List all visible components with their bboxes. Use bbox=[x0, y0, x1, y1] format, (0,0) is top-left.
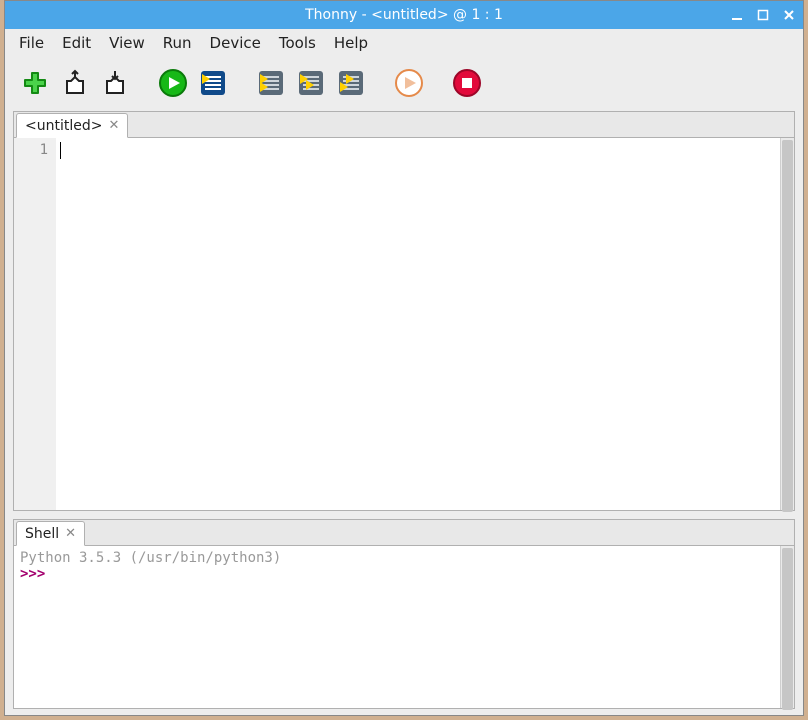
titlebar[interactable]: Thonny - <untitled> @ 1 : 1 bbox=[5, 1, 803, 29]
editor-tabstrip: <untitled> ✕ bbox=[14, 112, 794, 138]
stop-button[interactable] bbox=[451, 67, 483, 99]
shell-tab-label: Shell bbox=[25, 526, 59, 542]
save-icon bbox=[101, 69, 129, 97]
menubar: File Edit View Run Device Tools Help bbox=[5, 29, 803, 57]
line-number: 1 bbox=[14, 142, 48, 158]
step-into-button[interactable] bbox=[295, 67, 327, 99]
open-file-button[interactable] bbox=[59, 67, 91, 99]
editor-pane: <untitled> ✕ 1 bbox=[13, 111, 795, 511]
shell-output[interactable]: Python 3.5.3 (/usr/bin/python3) >>> bbox=[14, 546, 794, 708]
editor-scrollbar[interactable] bbox=[780, 138, 794, 510]
tab-close-icon[interactable]: ✕ bbox=[65, 527, 76, 540]
debug-button[interactable] bbox=[197, 67, 229, 99]
step-into-icon bbox=[296, 68, 326, 98]
shell-tabstrip: Shell ✕ bbox=[14, 520, 794, 546]
run-button[interactable] bbox=[157, 67, 189, 99]
resume-icon bbox=[394, 68, 424, 98]
line-number-gutter: 1 bbox=[14, 138, 56, 510]
step-over-icon bbox=[256, 68, 286, 98]
menu-tools[interactable]: Tools bbox=[271, 31, 324, 55]
save-file-button[interactable] bbox=[99, 67, 131, 99]
editor-tab[interactable]: <untitled> ✕ bbox=[16, 113, 128, 138]
close-button[interactable] bbox=[781, 7, 797, 23]
scrollbar-thumb[interactable] bbox=[782, 140, 793, 512]
plus-icon bbox=[21, 69, 49, 97]
maximize-button[interactable] bbox=[755, 7, 771, 23]
scrollbar-thumb[interactable] bbox=[782, 548, 793, 710]
menu-view[interactable]: View bbox=[101, 31, 153, 55]
toolbar bbox=[5, 57, 803, 109]
window-title: Thonny - <untitled> @ 1 : 1 bbox=[305, 7, 503, 23]
menu-device[interactable]: Device bbox=[202, 31, 269, 55]
debug-icon bbox=[198, 68, 228, 98]
menu-edit[interactable]: Edit bbox=[54, 31, 99, 55]
shell-scrollbar[interactable] bbox=[780, 546, 794, 708]
step-out-button[interactable] bbox=[335, 67, 367, 99]
text-cursor bbox=[60, 142, 61, 159]
play-icon bbox=[158, 68, 188, 98]
menu-help[interactable]: Help bbox=[326, 31, 376, 55]
app-window: Thonny - <untitled> @ 1 : 1 File Edit Vi… bbox=[4, 0, 804, 716]
minimize-button[interactable] bbox=[729, 7, 745, 23]
new-file-button[interactable] bbox=[19, 67, 51, 99]
step-out-icon bbox=[336, 68, 366, 98]
resume-button[interactable] bbox=[393, 67, 425, 99]
shell-pane: Shell ✕ Python 3.5.3 (/usr/bin/python3) … bbox=[13, 519, 795, 709]
open-icon bbox=[61, 69, 89, 97]
tab-close-icon[interactable]: ✕ bbox=[108, 119, 119, 132]
code-area: 1 bbox=[14, 138, 794, 510]
shell-prompt: >>> bbox=[20, 566, 45, 582]
menu-file[interactable]: File bbox=[11, 31, 52, 55]
shell-version-line: Python 3.5.3 (/usr/bin/python3) bbox=[20, 550, 780, 566]
code-editor[interactable] bbox=[56, 138, 780, 510]
menu-run[interactable]: Run bbox=[155, 31, 200, 55]
stop-icon bbox=[452, 68, 482, 98]
editor-tab-label: <untitled> bbox=[25, 118, 102, 134]
window-controls bbox=[729, 1, 797, 29]
shell-tab[interactable]: Shell ✕ bbox=[16, 521, 85, 546]
step-over-button[interactable] bbox=[255, 67, 287, 99]
